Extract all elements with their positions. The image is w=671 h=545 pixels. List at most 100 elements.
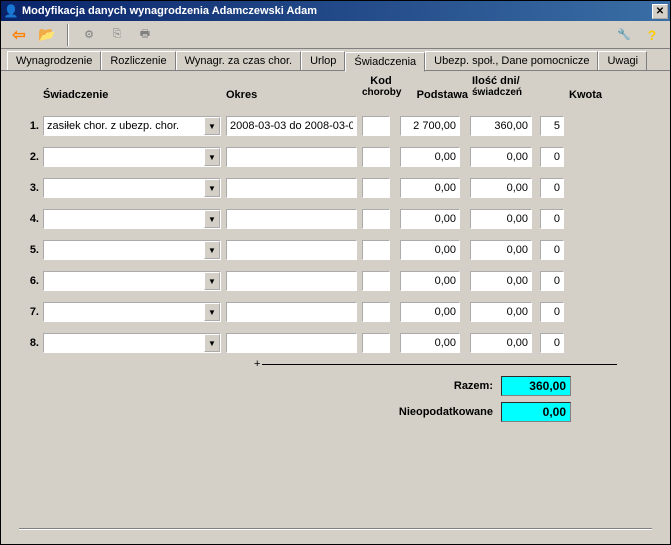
dni-input[interactable] — [540, 147, 564, 167]
toolbar-separator — [67, 24, 69, 46]
okres-input[interactable] — [226, 302, 357, 322]
swiadczenie-input[interactable] — [44, 303, 204, 321]
row-number: 3. — [19, 182, 43, 194]
kwota-input[interactable] — [470, 116, 532, 136]
dni-input[interactable] — [540, 271, 564, 291]
razem-label: Razem: — [369, 380, 501, 392]
kod-input[interactable] — [362, 333, 390, 353]
swiadczenie-input[interactable] — [44, 241, 204, 259]
dni-input[interactable] — [540, 116, 564, 136]
okres-input[interactable] — [226, 116, 357, 136]
kod-input[interactable] — [362, 209, 390, 229]
podstawa-input[interactable] — [400, 209, 460, 229]
dni-input[interactable] — [540, 178, 564, 198]
tab-swiadczenia[interactable]: Świadczenia — [345, 52, 425, 72]
row-number: 5. — [19, 244, 43, 256]
dni-input[interactable] — [540, 302, 564, 322]
header-podstawa: Podstawa — [400, 89, 472, 112]
chevron-down-icon[interactable]: ▼ — [204, 334, 220, 352]
copy-button[interactable]: ⎘ — [105, 23, 129, 47]
swiadczenie-combo[interactable]: ▼ — [43, 147, 221, 167]
chevron-down-icon[interactable]: ▼ — [204, 272, 220, 290]
chevron-down-icon[interactable]: ▼ — [204, 241, 220, 259]
kod-input[interactable] — [362, 178, 390, 198]
kwota-input[interactable] — [470, 240, 532, 260]
kwota-input[interactable] — [470, 271, 532, 291]
kod-input[interactable] — [362, 302, 390, 322]
okres-input[interactable] — [226, 240, 357, 260]
swiadczenie-combo[interactable]: ▼ — [43, 333, 221, 353]
swiadczenie-combo[interactable]: ▼ — [43, 240, 221, 260]
open-button[interactable]: 📂 — [35, 23, 59, 47]
swiadczenie-combo[interactable]: ▼ — [43, 271, 221, 291]
kod-input[interactable] — [362, 116, 390, 136]
tab-wynagr-chor[interactable]: Wynagr. za czas chor. — [176, 51, 302, 70]
kwota-input[interactable] — [470, 147, 532, 167]
swiadczenie-combo[interactable]: ▼ — [43, 116, 221, 136]
okres-input[interactable] — [226, 271, 357, 291]
table-row: 1.▼ — [19, 116, 652, 136]
kwota-input[interactable] — [470, 302, 532, 322]
dni-input[interactable] — [540, 240, 564, 260]
swiadczenie-combo[interactable]: ▼ — [43, 209, 221, 229]
kwota-input[interactable] — [470, 178, 532, 198]
podstawa-input[interactable] — [400, 116, 460, 136]
okres-input[interactable] — [226, 178, 357, 198]
okres-input[interactable] — [226, 147, 357, 167]
print-button[interactable]: 🖶 — [133, 23, 157, 47]
tab-urlop[interactable]: Urlop — [301, 51, 345, 70]
podstawa-input[interactable] — [400, 147, 460, 167]
tool-1-button[interactable]: ⚙ — [77, 23, 101, 47]
chevron-down-icon[interactable]: ▼ — [204, 179, 220, 197]
tab-uwagi[interactable]: Uwagi — [598, 51, 647, 70]
tool-2-button[interactable]: 🔧 — [612, 23, 636, 47]
podstawa-input[interactable] — [400, 271, 460, 291]
swiadczenie-input[interactable] — [44, 117, 204, 135]
chevron-down-icon[interactable]: ▼ — [204, 210, 220, 228]
header-kod: Kod choroby — [362, 75, 400, 98]
chevron-down-icon[interactable]: ▼ — [204, 303, 220, 321]
swiadczenie-input[interactable] — [44, 334, 204, 352]
dni-input[interactable] — [540, 209, 564, 229]
table-row: 7.▼ — [19, 302, 652, 322]
swiadczenie-input[interactable] — [44, 179, 204, 197]
table-row: 8.▼ — [19, 333, 652, 353]
okres-input[interactable] — [226, 333, 357, 353]
swiadczenie-input[interactable] — [44, 148, 204, 166]
tabs: Wynagrodzenie Rozliczenie Wynagr. za cza… — [1, 49, 670, 71]
toolbar: ⇦ 📂 ⚙ ⎘ 🖶 🔧 ? — [1, 21, 670, 49]
podstawa-input[interactable] — [400, 178, 460, 198]
swiadczenie-combo[interactable]: ▼ — [43, 178, 221, 198]
table-row: 4. ▼ — [19, 209, 652, 229]
chevron-down-icon[interactable]: ▼ — [204, 148, 220, 166]
tab-rozliczenie[interactable]: Rozliczenie — [101, 51, 175, 70]
tab-wynagrodzenie[interactable]: Wynagrodzenie — [7, 51, 101, 70]
nieopodatkowane-value: 0,00 — [501, 402, 571, 422]
tab-ubezp[interactable]: Ubezp. społ., Dane pomocnicze — [425, 51, 598, 70]
close-button[interactable]: ✕ — [652, 4, 668, 19]
table-row: 2.▼ — [19, 147, 652, 167]
kod-input[interactable] — [362, 271, 390, 291]
okres-input[interactable] — [226, 209, 357, 229]
chevron-down-icon[interactable]: ▼ — [204, 117, 220, 135]
nieopodatkowane-label: Nieopodatkowane — [369, 406, 501, 418]
podstawa-input[interactable] — [400, 240, 460, 260]
dni-input[interactable] — [540, 333, 564, 353]
plus-icon: + — [254, 358, 260, 370]
kwota-input[interactable] — [470, 209, 532, 229]
back-button[interactable]: ⇦ — [7, 23, 31, 47]
podstawa-input[interactable] — [400, 302, 460, 322]
swiadczenie-input[interactable] — [44, 272, 204, 290]
swiadczenie-combo[interactable]: ▼ — [43, 302, 221, 322]
podstawa-input[interactable] — [400, 333, 460, 353]
swiadczenie-input[interactable] — [44, 210, 204, 228]
help-button[interactable]: ? — [640, 23, 664, 47]
tab-content: Świadczenie Okres Kod choroby Podstawa I… — [1, 71, 670, 544]
kwota-input[interactable] — [470, 333, 532, 353]
table-row: 3. ▼ — [19, 178, 652, 198]
sum-line: + — [254, 358, 652, 370]
header-ilosc: Ilość dni/ świadczeń — [472, 75, 546, 98]
kod-input[interactable] — [362, 147, 390, 167]
kod-input[interactable] — [362, 240, 390, 260]
row-number: 4. — [19, 213, 43, 225]
